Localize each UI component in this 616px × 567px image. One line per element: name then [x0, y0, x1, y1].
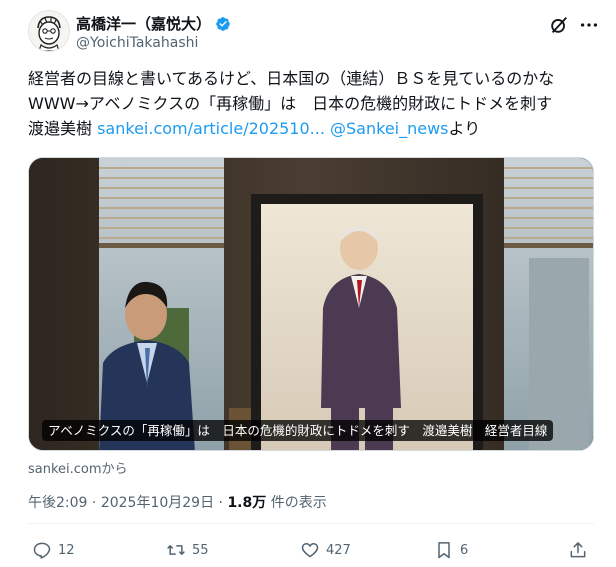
tweet-date[interactable]: 2025年10月29日 [101, 495, 214, 511]
view-count-label: 件の表示 [266, 495, 327, 511]
repost-icon [167, 545, 185, 555]
tweet-text: 経営者の目線と書いてあるけど、日本国の（連結）ＢＳを見ているのかな WWW→アベ… [28, 66, 603, 141]
tweet-time[interactable]: 午後2:09 [28, 495, 87, 511]
tweet-text-author: 渡邉美樹 [28, 119, 98, 138]
bookmark-icon [438, 542, 450, 559]
reply-icon [33, 542, 51, 559]
author-name-row[interactable]: 高橋洋一（嘉悦大） [76, 13, 231, 34]
link-preview-card[interactable]: アベノミクスの「再稼働」は 日本の危機的財政にトドメを刺す 渡邉美樹 経営者目線 [28, 157, 594, 451]
article-link[interactable]: sankei.com/article/202510... [97, 119, 325, 138]
bookmark-count: 6 [460, 542, 469, 558]
bookmark-button[interactable]: 6 [434, 540, 468, 560]
divider [28, 523, 594, 524]
tweet-text-suffix: より [448, 119, 481, 138]
tweet-meta: 午後2:09 · 2025年10月29日 · 1.8万 件の表示 [28, 492, 327, 512]
view-count: 1.8万 [227, 495, 267, 511]
card-caption: アベノミクスの「再稼働」は 日本の危機的財政にトドメを刺す 渡邉美樹 経営者目線 [42, 420, 554, 441]
share-button[interactable] [568, 540, 588, 560]
reply-button[interactable]: 12 [32, 540, 75, 560]
meta-separator: · [214, 495, 228, 511]
tweet: 高橋洋一（嘉悦大） @YoichiTakahashi 経営者の目線と書いてあるけ… [0, 0, 616, 567]
tweet-text-line-1: 経営者の目線と書いてあるけど、日本国の（連結）ＢＳを見ているのかな [28, 69, 555, 88]
sankei-mention-link[interactable]: @Sankei_news [330, 119, 449, 138]
article-photo [29, 158, 593, 450]
repost-count: 55 [192, 542, 209, 558]
author-display-name[interactable]: 高橋洋一（嘉悦大） [76, 13, 211, 34]
share-icon [570, 542, 586, 558]
like-count: 427 [326, 542, 351, 558]
reply-count: 12 [58, 542, 75, 558]
meta-separator: · [87, 495, 101, 511]
author-handle[interactable]: @YoichiTakahashi [76, 35, 198, 51]
caricature-avatar-icon [29, 11, 69, 51]
card-source[interactable]: sankei.comから [28, 458, 128, 477]
repost-button[interactable]: 55 [166, 540, 209, 560]
verified-badge-icon [216, 16, 230, 31]
like-button[interactable]: 427 [300, 540, 351, 560]
more-options-icon[interactable] [578, 14, 600, 36]
grok-icon[interactable] [548, 14, 570, 36]
tweet-text-line-3: 渡邉美樹 sankei.com/article/202510... @Sanke… [28, 116, 603, 141]
tweet-text-line-2: WWW→アベノミクスの「再稼働」は 日本の危機的財政にトドメを刺す [28, 94, 553, 113]
author-avatar[interactable] [28, 10, 70, 52]
heart-icon [301, 543, 319, 558]
